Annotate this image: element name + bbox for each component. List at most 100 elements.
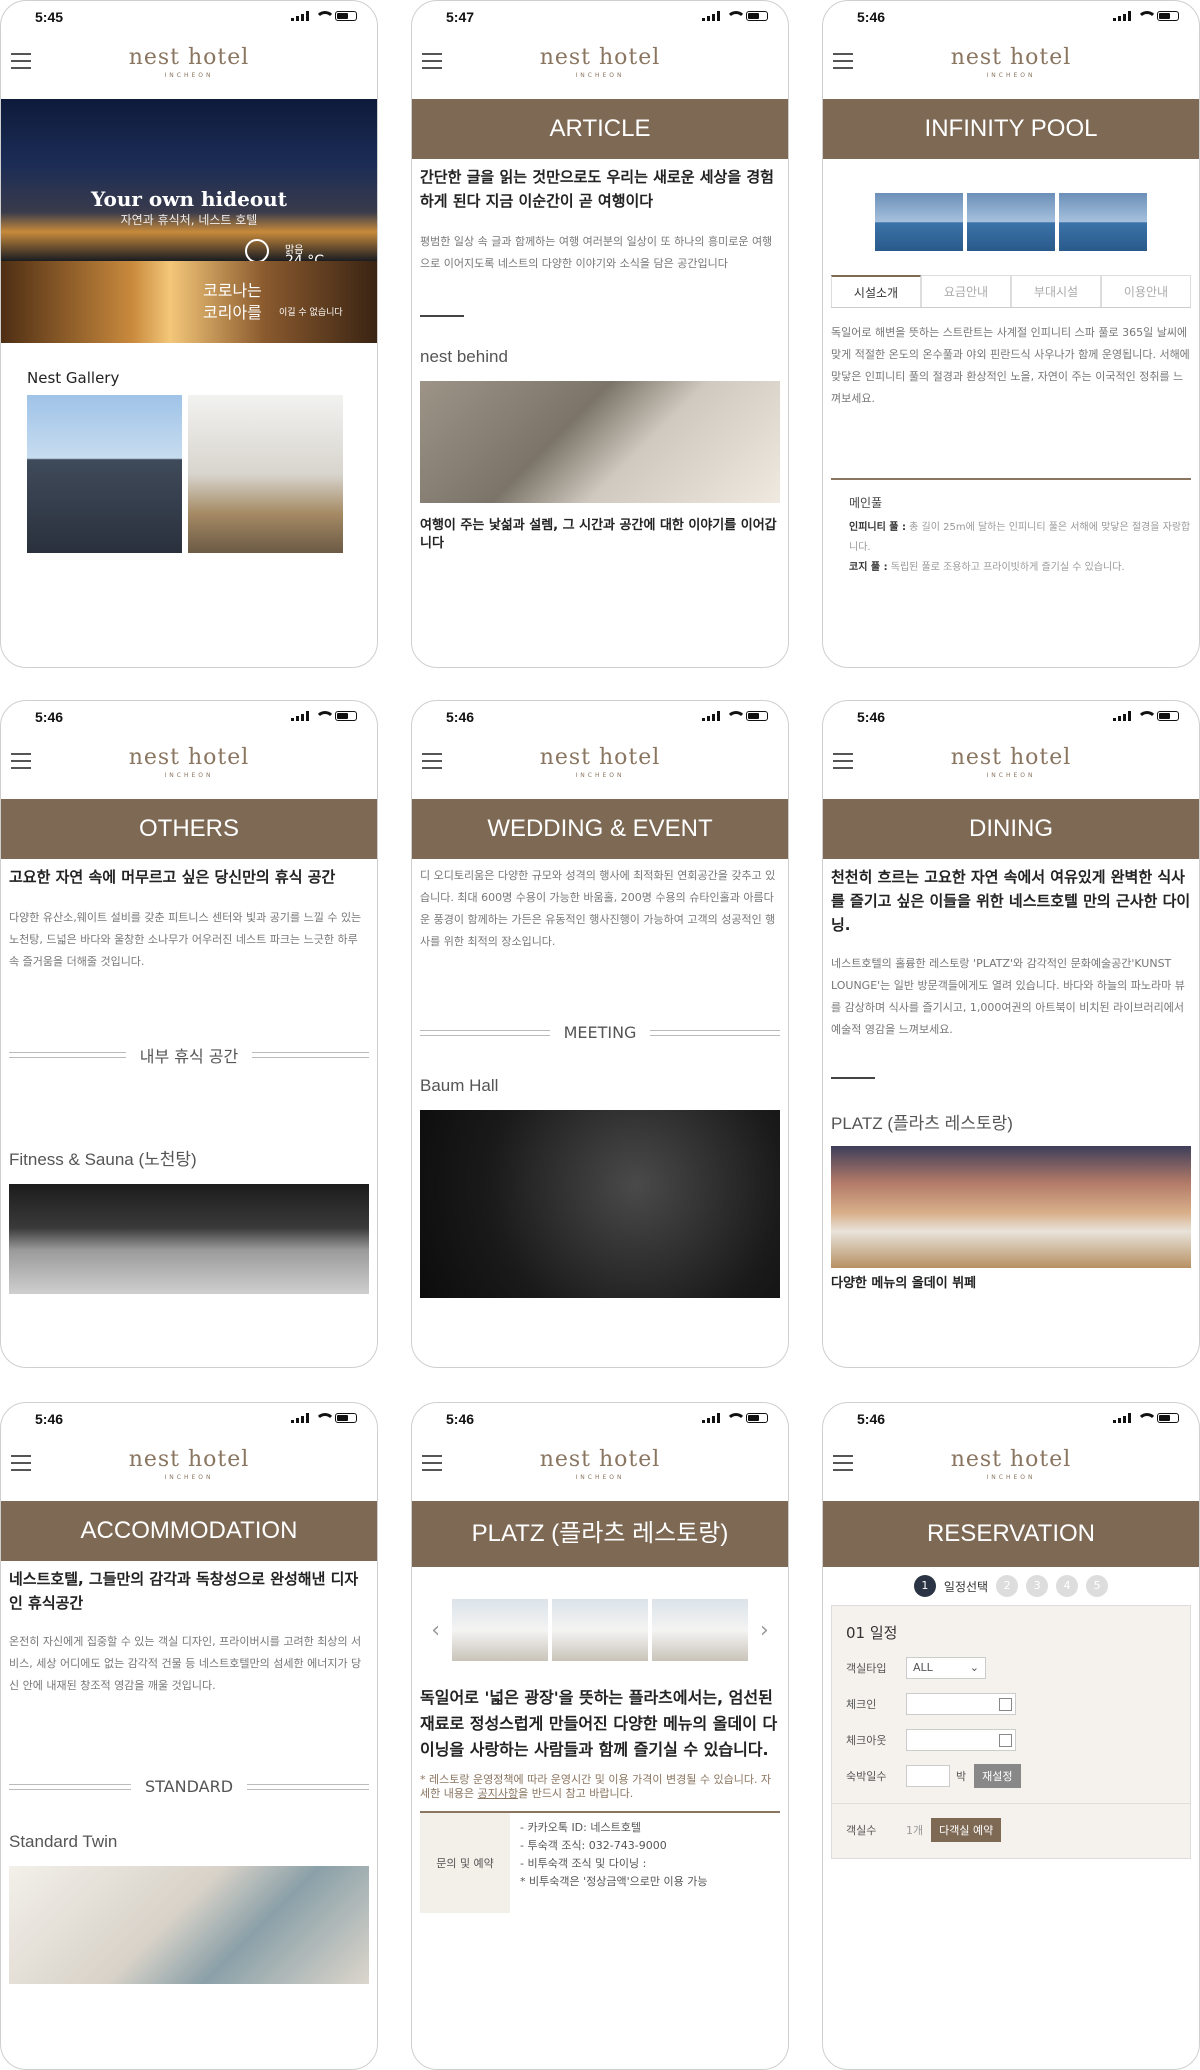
screen-platz: 5:46 nest hotel INCHEON PLATZ (플라츠 레스토랑) …: [411, 1402, 789, 2070]
signal-icon: [702, 1413, 720, 1423]
step-2[interactable]: 2: [996, 1575, 1019, 1597]
signal-icon: [291, 11, 309, 21]
status-time: 5:46: [446, 709, 475, 725]
step-1[interactable]: 1: [913, 1575, 936, 1597]
standard-twin-image[interactable]: [9, 1866, 369, 1984]
logo[interactable]: nest hotel INCHEON: [1, 745, 377, 779]
checkin-input[interactable]: [906, 1693, 1016, 1715]
nights-input[interactable]: [906, 1765, 950, 1787]
section-band: DINING: [823, 799, 1199, 859]
tab-rates[interactable]: 요금안내: [921, 275, 1011, 307]
platz-notice: * 레스토랑 운영정책에 따라 운영시간 및 이용 가격이 변경될 수 있습니다…: [420, 1773, 772, 1800]
step-3[interactable]: 3: [1026, 1575, 1049, 1597]
wifi-icon: [315, 11, 335, 21]
hero-subtitle: 자연과 휴식처, 네스트 호텔: [120, 213, 258, 227]
contact-line: - 비투숙객 조식 및 다이닝 :: [520, 1857, 647, 1870]
divider-title: STANDARD: [144, 1777, 234, 1796]
step-4[interactable]: 4: [1056, 1575, 1079, 1597]
others-body: 다양한 유산소,웨이트 설비를 갖춘 피트니스 센터와 빛과 공기를 느낄 수 …: [9, 911, 362, 968]
weather-temp: 24 °C: [285, 253, 325, 261]
multi-room-button[interactable]: 다객실 예약: [931, 1818, 1002, 1842]
status-bar: 5:45: [1, 1, 377, 31]
form-section-title: 01 일정: [846, 1624, 898, 1642]
logo[interactable]: nest hotel INCHEON: [1, 1447, 377, 1481]
contact-label: 문의 및 예약: [420, 1813, 510, 1913]
wifi-icon: [1137, 11, 1157, 21]
status-bar: 5:46: [412, 1403, 788, 1433]
sun-icon: [245, 239, 269, 261]
logo[interactable]: nest hotel INCHEON: [1, 45, 377, 79]
calendar-icon[interactable]: [999, 1698, 1012, 1711]
platz-image[interactable]: [831, 1146, 1191, 1268]
room-type-label: 객실타입: [846, 1662, 887, 1675]
wifi-icon: [726, 711, 746, 721]
tab-usage[interactable]: 이용안내: [1101, 275, 1191, 307]
tab-intro[interactable]: 시설소개: [831, 275, 921, 307]
status-time: 5:46: [857, 709, 886, 725]
corona-banner[interactable]: 코로나는 코리아를 이길 수 없습니다: [1, 261, 377, 343]
article-image[interactable]: [420, 381, 780, 503]
calendar-icon[interactable]: [999, 1734, 1012, 1747]
wifi-icon: [315, 711, 335, 721]
signal-icon: [291, 1413, 309, 1423]
others-headline: 고요한 자연 속에 머무르고 싶은 당신만의 휴식 공간: [9, 868, 336, 886]
signal-icon: [702, 711, 720, 721]
fitness-image[interactable]: [9, 1184, 369, 1294]
notice-link[interactable]: 공지사항: [478, 1787, 518, 1800]
battery-icon: [1157, 11, 1179, 21]
logo[interactable]: nest hotel INCHEON: [823, 45, 1199, 79]
status-time: 5:46: [35, 1411, 64, 1427]
pool-thumb-1[interactable]: [875, 193, 963, 251]
screen-article: 5:47 nest hotel INCHEON ARTICLE 간단한 글을 읽는…: [411, 0, 789, 668]
contact-line: * 비투숙객은 '정상금액'으로만 이용 가능: [520, 1875, 708, 1888]
platz-thumb-1[interactable]: [452, 1599, 548, 1661]
logo[interactable]: nest hotel INCHEON: [823, 745, 1199, 779]
battery-icon: [746, 11, 768, 21]
pool-body: 독일어로 해변을 뜻하는 스트란트는 사계절 인피니티 스파 풀로 365일 날…: [831, 326, 1190, 405]
tab-facilities[interactable]: 부대시설: [1011, 275, 1101, 307]
section-band: ARTICLE: [412, 99, 788, 159]
battery-icon: [335, 11, 357, 21]
platz-headline: 독일어로 '넓은 광장'을 뜻하는 플라츠에서는, 엄선된 재료로 정성스럽게 …: [420, 1688, 778, 1759]
battery-icon: [335, 1413, 357, 1423]
step-5[interactable]: 5: [1086, 1575, 1109, 1597]
section-band: INFINITY POOL: [823, 99, 1199, 159]
room-type-select[interactable]: ALL ⌄: [906, 1657, 986, 1679]
checkin-label: 체크인: [846, 1698, 877, 1711]
reservation-steps: 1 일정선택 2 3 4 5: [823, 1567, 1199, 1605]
platz-thumb-3[interactable]: [652, 1599, 748, 1661]
section-band: WEDDING & EVENT: [412, 799, 788, 859]
status-bar: 5:46: [823, 1403, 1199, 1433]
pool-thumb-3[interactable]: [1059, 193, 1147, 251]
logo[interactable]: nest hotel INCHEON: [412, 1447, 788, 1481]
rooms-value: 1개: [906, 1824, 924, 1837]
section-band: PLATZ (플라츠 레스토랑): [412, 1501, 788, 1567]
gallery-image-2[interactable]: [188, 395, 343, 553]
dining-body: 네스트호텔의 홀륭한 레스토랑 'PLATZ'와 감각적인 문화예술공간'KUN…: [831, 957, 1185, 1036]
battery-icon: [1157, 711, 1179, 721]
pool-thumb-2[interactable]: [967, 193, 1055, 251]
gallery-image-1[interactable]: [27, 395, 182, 553]
signal-icon: [702, 11, 720, 21]
hero-title: Your own hideout: [91, 187, 287, 211]
wifi-icon: [1137, 1413, 1157, 1423]
article-subtitle: nest behind: [420, 347, 508, 366]
signal-icon: [1113, 11, 1131, 21]
baum-hall-image[interactable]: [420, 1110, 780, 1298]
platz-thumb-2[interactable]: [552, 1599, 648, 1661]
signal-icon: [291, 711, 309, 721]
chevron-right-icon[interactable]: ›: [760, 1618, 769, 1643]
infinity-label: 인피니티 풀 :: [849, 522, 906, 533]
logo[interactable]: nest hotel INCHEON: [823, 1447, 1199, 1481]
logo[interactable]: nest hotel INCHEON: [412, 45, 788, 79]
logo[interactable]: nest hotel INCHEON: [412, 745, 788, 779]
wifi-icon: [1137, 711, 1157, 721]
section-band: ACCOMMODATION: [1, 1501, 377, 1561]
screen-infinity-pool: 5:46 nest hotel INCHEON INFINITY POOL 시설소…: [822, 0, 1200, 668]
reset-button[interactable]: 재설정: [974, 1764, 1021, 1788]
hero-image[interactable]: Your own hideout 자연과 휴식처, 네스트 호텔 맑음 24 °…: [1, 99, 377, 261]
status-time: 5:46: [857, 9, 886, 25]
chevron-left-icon[interactable]: ‹: [431, 1618, 440, 1643]
section-band: RESERVATION: [823, 1501, 1199, 1567]
checkout-input[interactable]: [906, 1729, 1016, 1751]
